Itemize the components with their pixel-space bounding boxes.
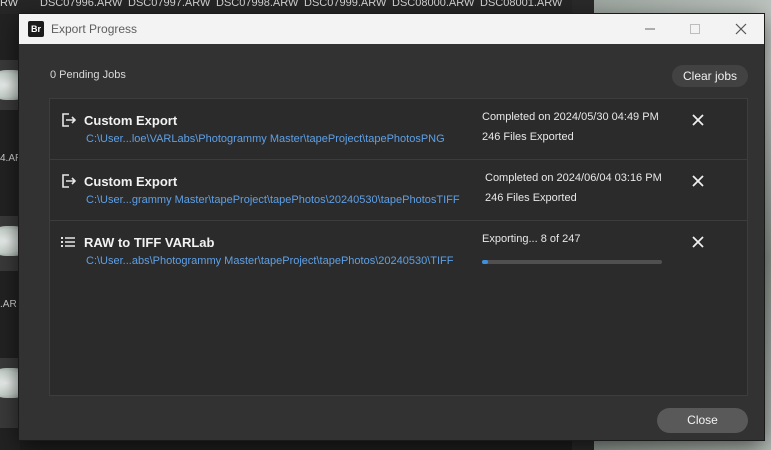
job-destination-link[interactable]: C:\User...loe\VARLabs\Photogrammy Master…	[86, 133, 445, 145]
job-row: Custom Export C:\User...loe\VARLabs\Phot…	[50, 99, 747, 160]
job-status: Completed on 2024/05/30 04:49 PM	[482, 111, 659, 123]
list-icon	[61, 237, 75, 247]
export-icon	[62, 113, 76, 127]
background-filename: DSC07999.ARW	[304, 0, 387, 9]
job-title: Custom Export	[84, 113, 178, 128]
remove-job-icon[interactable]	[691, 113, 705, 127]
background-filename: RW	[0, 0, 19, 9]
background-thumbnail-label: .AR	[0, 299, 17, 310]
export-progress-fill	[482, 260, 488, 264]
title-bar[interactable]: Br Export Progress	[19, 14, 764, 44]
maximize-button[interactable]	[672, 14, 718, 44]
job-title: Custom Export	[84, 174, 178, 189]
maximize-icon	[690, 24, 700, 34]
remove-job-icon[interactable]	[691, 174, 705, 188]
background-filename: DSC07998.ARW	[216, 0, 299, 9]
background-filename: DSC07997.ARW	[128, 0, 211, 9]
job-files-exported: 246 Files Exported	[485, 192, 577, 204]
background-filename: DSC07996.ARW	[40, 0, 123, 9]
clear-jobs-button[interactable]: Clear jobs	[672, 65, 748, 87]
job-list: Custom Export C:\User...loe\VARLabs\Phot…	[49, 98, 748, 396]
bridge-app-icon: Br	[28, 21, 44, 37]
job-title: RAW to TIFF VARLab	[84, 235, 215, 250]
background-thumbnail[interactable]	[0, 358, 20, 428]
job-status: Completed on 2024/06/04 03:16 PM	[485, 172, 662, 184]
export-progress-dialog: Br Export Progress 0 Pending Jobs Clear …	[19, 14, 764, 440]
window-close-button[interactable]	[718, 14, 764, 44]
cancel-job-icon[interactable]	[691, 235, 705, 249]
window-title: Export Progress	[51, 22, 138, 36]
background-thumbnail[interactable]	[0, 216, 20, 271]
job-destination-link[interactable]: C:\User...grammy Master\tapeProject\tape…	[86, 194, 460, 206]
export-progress-bar	[482, 260, 662, 264]
background-filename-strip: RW DSC07996.ARW DSC07997.ARW DSC07998.AR…	[0, 0, 580, 14]
background-filename: DSC08000.ARW	[392, 0, 475, 9]
pending-jobs-count: 0 Pending Jobs	[50, 69, 126, 81]
export-icon	[62, 174, 76, 188]
minimize-button[interactable]	[627, 14, 673, 44]
job-files-exported: 246 Files Exported	[482, 131, 574, 143]
close-button[interactable]: Close	[657, 408, 748, 433]
job-row: RAW to TIFF VARLab C:\User...abs\Photogr…	[50, 221, 747, 281]
job-row: Custom Export C:\User...grammy Master\ta…	[50, 160, 747, 221]
background-filename: DSC08001.ARW	[480, 0, 563, 9]
job-destination-link[interactable]: C:\User...abs\Photogrammy Master\tapePro…	[86, 255, 453, 267]
job-status: Exporting... 8 of 247	[482, 233, 581, 245]
background-thumbnail[interactable]	[0, 60, 20, 110]
close-icon	[735, 23, 747, 35]
minimize-icon	[645, 28, 655, 30]
